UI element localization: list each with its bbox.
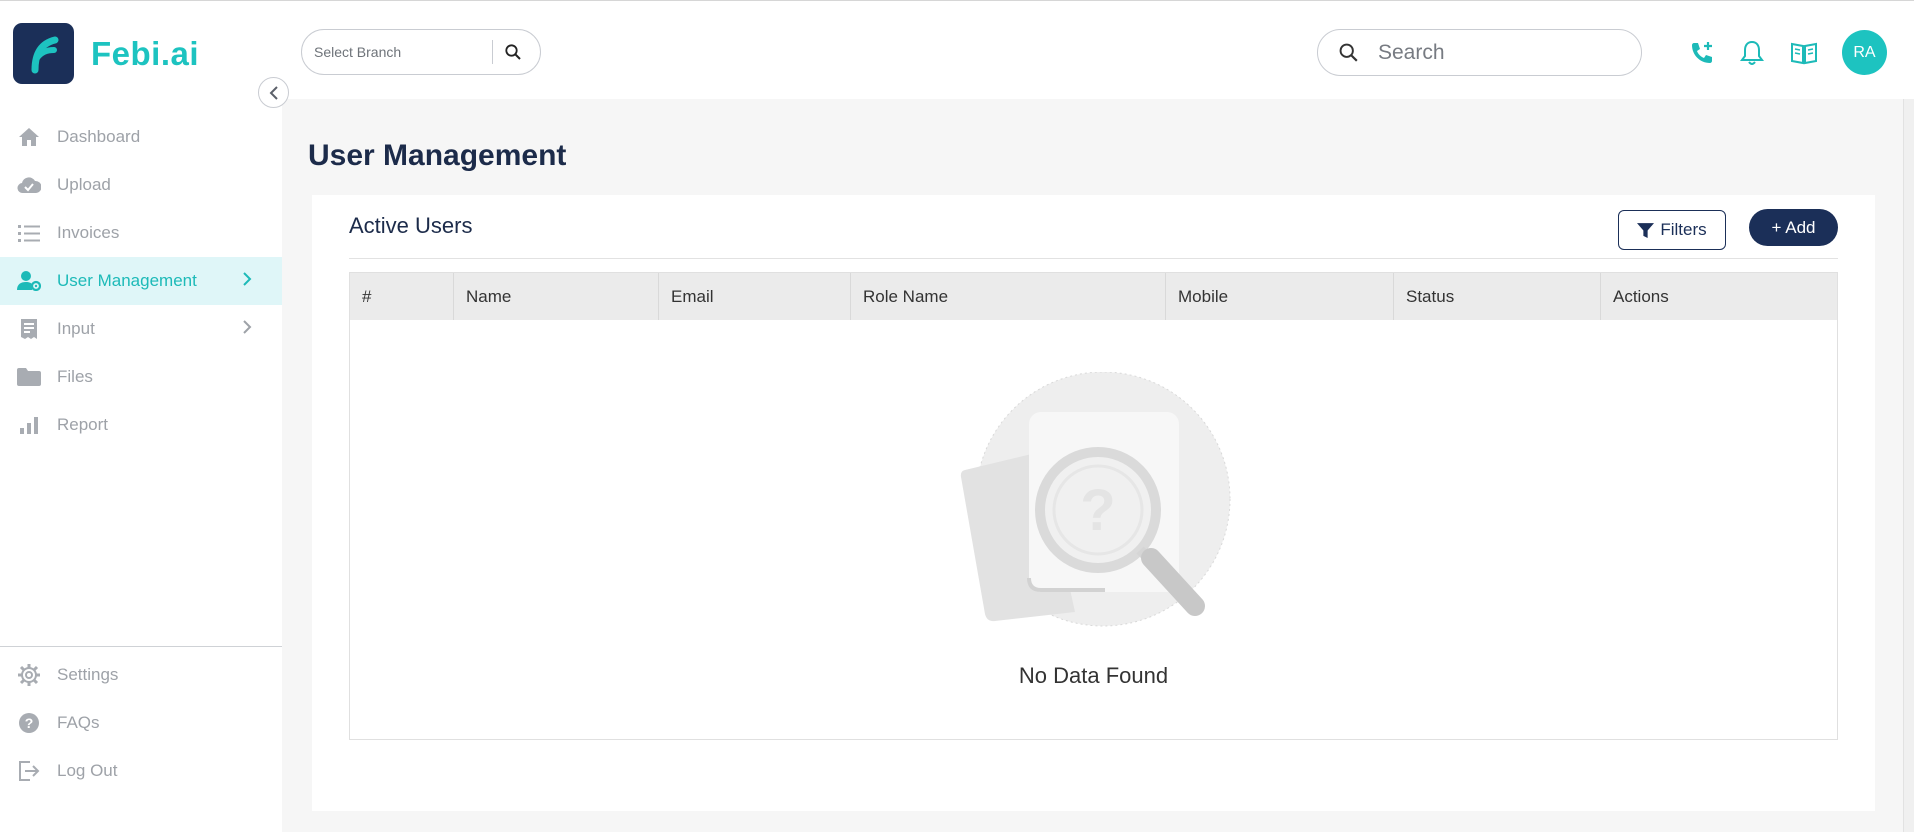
branch-input[interactable] bbox=[302, 44, 492, 60]
empty-state-text: No Data Found bbox=[1018, 663, 1169, 688]
search-icon[interactable] bbox=[493, 44, 533, 60]
card-title: Active Users bbox=[349, 213, 473, 238]
column-header-email[interactable]: Email bbox=[659, 273, 851, 320]
user-settings-icon bbox=[17, 269, 41, 293]
column-header-status[interactable]: Status bbox=[1394, 273, 1601, 320]
sidebar-item-invoices[interactable]: Invoices bbox=[0, 209, 282, 257]
sidebar-item-label: Log Out bbox=[57, 761, 118, 780]
global-search[interactable] bbox=[1317, 29, 1642, 76]
empty-state: ? No Data Found bbox=[350, 320, 1837, 740]
sidebar-item-label: Files bbox=[57, 367, 93, 386]
sidebar-item-logout[interactable]: Log Out bbox=[0, 747, 282, 795]
column-header-actions[interactable]: Actions bbox=[1601, 273, 1837, 320]
chevron-right-icon bbox=[243, 272, 252, 286]
filter-icon bbox=[1637, 222, 1655, 238]
branch-selector[interactable] bbox=[301, 29, 541, 75]
sidebar-item-dashboard[interactable]: Dashboard bbox=[0, 113, 282, 161]
sidebar-item-settings[interactable]: Settings bbox=[0, 651, 282, 699]
sidebar-item-report[interactable]: Report bbox=[0, 401, 282, 449]
folder-icon bbox=[17, 365, 41, 389]
logo-mark-icon bbox=[13, 23, 74, 84]
search-icon bbox=[1318, 43, 1378, 62]
list-icon bbox=[17, 221, 41, 245]
filters-label: Filters bbox=[1660, 220, 1707, 239]
chevron-right-icon bbox=[243, 320, 252, 334]
sidebar-item-label: User Management bbox=[57, 271, 197, 290]
sidebar-item-files[interactable]: Files bbox=[0, 353, 282, 401]
question-icon: ? bbox=[17, 711, 41, 735]
sidebar-nav: Dashboard Upload Invoices User Managemen… bbox=[0, 113, 282, 449]
search-input[interactable] bbox=[1378, 40, 1628, 65]
filters-button[interactable]: Filters bbox=[1618, 210, 1726, 250]
cloud-upload-icon bbox=[17, 173, 41, 197]
add-user-button[interactable]: + Add bbox=[1749, 209, 1838, 246]
receipt-icon bbox=[17, 317, 41, 341]
sidebar-bottom-nav: Settings ? FAQs Log Out bbox=[0, 651, 282, 795]
sidebar-item-upload[interactable]: Upload bbox=[0, 161, 282, 209]
sidebar-item-label: FAQs bbox=[57, 713, 100, 732]
table-header: # Name Email Role Name Mobile Status Act… bbox=[350, 273, 1837, 320]
users-table: # Name Email Role Name Mobile Status Act… bbox=[349, 272, 1838, 740]
sidebar-item-input[interactable]: Input bbox=[0, 305, 282, 353]
page-scrollbar[interactable] bbox=[1903, 99, 1914, 832]
sidebar-item-label: Settings bbox=[57, 665, 119, 684]
sidebar-item-label: Report bbox=[57, 415, 109, 434]
bar-chart-icon bbox=[17, 413, 41, 437]
home-icon bbox=[17, 125, 41, 149]
column-header-role-name[interactable]: Role Name bbox=[851, 273, 1166, 320]
brand-name: Febi.ai bbox=[91, 34, 200, 72]
book-icon[interactable] bbox=[1789, 38, 1819, 68]
sidebar-item-user-management[interactable]: User Management bbox=[0, 257, 282, 305]
user-avatar[interactable]: RA bbox=[1842, 30, 1887, 75]
svg-text:?: ? bbox=[1080, 478, 1115, 543]
sidebar-item-label: Invoices bbox=[57, 223, 120, 242]
bell-icon[interactable] bbox=[1737, 38, 1767, 68]
sidebar-item-label: Input bbox=[57, 319, 95, 338]
window-top-border bbox=[0, 0, 1914, 4]
column-header-mobile[interactable]: Mobile bbox=[1166, 273, 1394, 320]
sidebar-item-label: Upload bbox=[57, 175, 111, 194]
chevron-left-icon bbox=[269, 85, 278, 100]
sidebar-item-faqs[interactable]: ? FAQs bbox=[0, 699, 282, 747]
sidebar-item-label: Dashboard bbox=[57, 127, 141, 146]
column-header-index[interactable]: # bbox=[350, 273, 454, 320]
gear-icon bbox=[17, 663, 41, 687]
sidebar-collapse-button[interactable] bbox=[258, 77, 289, 108]
phone-add-icon[interactable] bbox=[1687, 38, 1717, 68]
card-divider bbox=[349, 258, 1838, 259]
page-title: User Management bbox=[308, 139, 567, 172]
column-header-name[interactable]: Name bbox=[454, 273, 659, 320]
no-data-illustration-icon: ? bbox=[955, 371, 1245, 642]
sidebar-divider bbox=[0, 646, 282, 647]
logout-icon bbox=[17, 759, 41, 783]
svg-text:?: ? bbox=[25, 715, 34, 731]
brand-logo[interactable]: Febi.ai bbox=[13, 23, 199, 84]
